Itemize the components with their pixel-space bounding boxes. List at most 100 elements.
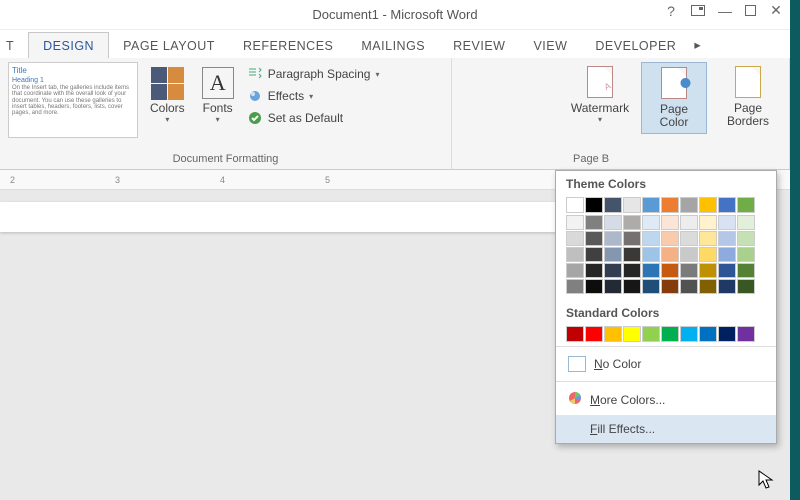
color-swatch[interactable] xyxy=(661,231,679,246)
color-swatch[interactable] xyxy=(604,279,622,294)
color-swatch[interactable] xyxy=(680,231,698,246)
color-swatch[interactable] xyxy=(623,279,641,294)
page-color-button[interactable]: Page Color xyxy=(641,62,707,134)
color-swatch[interactable] xyxy=(585,247,603,262)
color-swatch[interactable] xyxy=(718,215,736,230)
color-swatch[interactable] xyxy=(699,197,717,213)
color-swatch[interactable] xyxy=(642,231,660,246)
minimize-icon[interactable]: — xyxy=(717,3,733,19)
color-swatch[interactable] xyxy=(737,247,755,262)
color-swatch[interactable] xyxy=(718,263,736,278)
color-swatch[interactable] xyxy=(680,247,698,262)
color-swatch[interactable] xyxy=(737,326,755,342)
color-swatch[interactable] xyxy=(623,247,641,262)
color-swatch[interactable] xyxy=(642,215,660,230)
color-swatch[interactable] xyxy=(718,247,736,262)
tab-review[interactable]: REVIEW xyxy=(439,33,519,58)
color-swatch[interactable] xyxy=(680,263,698,278)
color-swatch[interactable] xyxy=(623,231,641,246)
color-swatch[interactable] xyxy=(680,326,698,342)
color-swatch[interactable] xyxy=(585,215,603,230)
fill-effects-item[interactable]: Fill Effects... xyxy=(556,415,776,443)
colors-label: Colors xyxy=(150,102,185,115)
color-swatch[interactable] xyxy=(737,197,755,213)
color-swatch[interactable] xyxy=(718,326,736,342)
fonts-button[interactable]: A Fonts ▾ xyxy=(197,62,239,126)
color-swatch[interactable] xyxy=(642,263,660,278)
color-swatch[interactable] xyxy=(585,263,603,278)
watermark-button[interactable]: A Watermark ▾ xyxy=(567,62,633,128)
color-swatch[interactable] xyxy=(566,247,584,262)
color-swatch[interactable] xyxy=(661,215,679,230)
color-swatch[interactable] xyxy=(604,263,622,278)
colors-button[interactable]: Colors ▾ xyxy=(146,62,189,126)
color-swatch[interactable] xyxy=(623,215,641,230)
color-swatch[interactable] xyxy=(718,279,736,294)
color-swatch[interactable] xyxy=(566,215,584,230)
color-swatch[interactable] xyxy=(737,231,755,246)
color-swatch[interactable] xyxy=(566,263,584,278)
color-swatch[interactable] xyxy=(585,197,603,213)
effects-button[interactable]: Effects ▾ xyxy=(247,86,380,106)
color-swatch[interactable] xyxy=(566,279,584,294)
maximize-icon[interactable] xyxy=(745,5,756,16)
theme-colors-heading: Theme Colors xyxy=(556,171,776,195)
color-swatch[interactable] xyxy=(604,247,622,262)
color-swatch[interactable] xyxy=(642,279,660,294)
color-swatch[interactable] xyxy=(699,231,717,246)
color-swatch[interactable] xyxy=(661,247,679,262)
set-as-default-button[interactable]: Set as Default xyxy=(247,108,380,128)
color-swatch[interactable] xyxy=(699,326,717,342)
color-swatch[interactable] xyxy=(566,197,584,213)
color-swatch[interactable] xyxy=(737,215,755,230)
color-swatch[interactable] xyxy=(680,215,698,230)
tab-partial[interactable]: T xyxy=(4,33,28,58)
color-swatch[interactable] xyxy=(699,215,717,230)
color-swatch[interactable] xyxy=(661,279,679,294)
tab-design[interactable]: DESIGN xyxy=(28,32,109,58)
color-swatch[interactable] xyxy=(566,231,584,246)
paragraph-spacing-button[interactable]: Paragraph Spacing ▾ xyxy=(247,64,380,84)
more-colors-item[interactable]: More Colors... xyxy=(556,384,776,415)
color-swatch[interactable] xyxy=(623,263,641,278)
tab-developer[interactable]: DEVELOPER xyxy=(581,33,690,58)
color-swatch[interactable] xyxy=(604,231,622,246)
tab-page-layout[interactable]: PAGE LAYOUT xyxy=(109,33,229,58)
color-swatch[interactable] xyxy=(604,326,622,342)
chevron-down-icon: ▾ xyxy=(150,115,185,124)
color-swatch[interactable] xyxy=(642,247,660,262)
fonts-icon: A xyxy=(202,67,234,99)
ribbon-display-icon[interactable] xyxy=(691,5,705,16)
style-set-preview[interactable]: Title Heading 1 On the Insert tab, the g… xyxy=(8,62,138,138)
color-swatch[interactable] xyxy=(566,326,584,342)
color-swatch[interactable] xyxy=(642,326,660,342)
color-swatch[interactable] xyxy=(718,197,736,213)
color-swatch[interactable] xyxy=(737,263,755,278)
color-swatch[interactable] xyxy=(699,247,717,262)
color-swatch[interactable] xyxy=(661,326,679,342)
color-swatch[interactable] xyxy=(604,215,622,230)
color-swatch[interactable] xyxy=(604,197,622,213)
tab-overflow-icon[interactable]: ▸ xyxy=(690,31,705,58)
no-color-item[interactable]: No Color xyxy=(556,349,776,379)
color-swatch[interactable] xyxy=(718,231,736,246)
color-swatch[interactable] xyxy=(661,197,679,213)
page-borders-button[interactable]: Page Borders xyxy=(715,62,781,132)
color-swatch[interactable] xyxy=(661,263,679,278)
color-swatch[interactable] xyxy=(737,279,755,294)
tab-view[interactable]: VIEW xyxy=(519,33,581,58)
tab-references[interactable]: REFERENCES xyxy=(229,33,347,58)
help-icon[interactable]: ? xyxy=(663,3,679,19)
color-swatch[interactable] xyxy=(680,279,698,294)
color-swatch[interactable] xyxy=(699,263,717,278)
close-icon[interactable]: ✕ xyxy=(768,2,784,19)
tab-mailings[interactable]: MAILINGS xyxy=(347,33,439,58)
color-swatch[interactable] xyxy=(585,326,603,342)
color-swatch[interactable] xyxy=(699,279,717,294)
color-swatch[interactable] xyxy=(642,197,660,213)
color-swatch[interactable] xyxy=(585,231,603,246)
color-swatch[interactable] xyxy=(623,326,641,342)
color-swatch[interactable] xyxy=(680,197,698,213)
color-swatch[interactable] xyxy=(623,197,641,213)
color-swatch[interactable] xyxy=(585,279,603,294)
